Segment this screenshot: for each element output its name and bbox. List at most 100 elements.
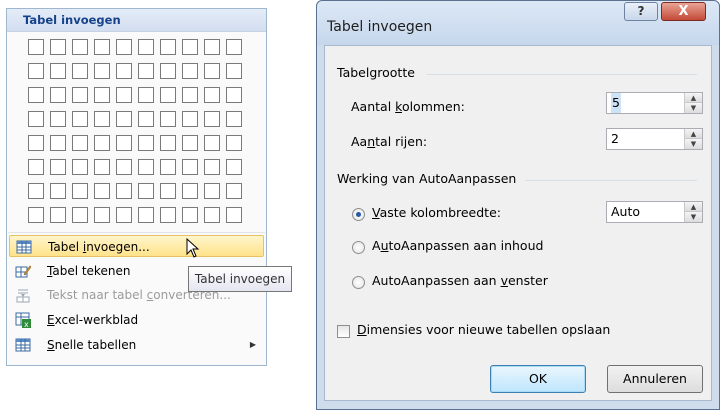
grid-cell[interactable] [182,183,198,199]
grid-cell[interactable] [50,111,66,127]
grid-cell[interactable] [116,207,132,223]
grid-cell[interactable] [72,39,88,55]
grid-cell[interactable] [204,135,220,151]
grid-cell[interactable] [94,111,110,127]
grid-cell[interactable] [138,63,154,79]
grid-cell[interactable] [182,87,198,103]
grid-cell[interactable] [28,159,44,175]
grid-cell[interactable] [94,207,110,223]
grid-cell[interactable] [226,183,242,199]
grid-cell[interactable] [138,87,154,103]
grid-cell[interactable] [182,39,198,55]
grid-cell[interactable] [28,39,44,55]
cancel-button[interactable]: Annuleren [607,365,703,393]
stepper-up-button[interactable]: ▲ [685,93,702,103]
grid-cell[interactable] [50,39,66,55]
grid-cell[interactable] [138,183,154,199]
grid-cell[interactable] [50,207,66,223]
grid-cell[interactable] [226,87,242,103]
stepper-down-button[interactable]: ▼ [685,212,702,222]
grid-cell[interactable] [138,159,154,175]
grid-cell[interactable] [116,159,132,175]
grid-cell[interactable] [204,63,220,79]
grid-cell[interactable] [226,39,242,55]
remember-dimensions-checkbox[interactable] [337,325,350,338]
grid-cell[interactable] [72,63,88,79]
grid-cell[interactable] [226,63,242,79]
grid-cell[interactable] [72,183,88,199]
menu-item-insert-table[interactable]: Tabel invoegen... [9,235,264,257]
grid-cell[interactable] [116,111,132,127]
grid-cell[interactable] [160,183,176,199]
grid-cell[interactable] [138,207,154,223]
radio-autofit-window[interactable] [352,276,365,289]
grid-cell[interactable] [182,135,198,151]
grid-cell[interactable] [28,111,44,127]
grid-cell[interactable] [28,207,44,223]
grid-cell[interactable] [50,63,66,79]
stepper-up-button[interactable]: ▲ [685,202,702,212]
grid-cell[interactable] [226,207,242,223]
grid-cell[interactable] [50,159,66,175]
fixed-width-stepper[interactable]: Auto ▲ ▼ [606,201,703,223]
ok-button[interactable]: OK [490,365,586,393]
columns-stepper[interactable]: 5 ▲ ▼ [606,92,703,114]
grid-cell[interactable] [160,207,176,223]
rows-stepper[interactable]: 2 ▲ ▼ [606,128,703,150]
grid-cell[interactable] [138,111,154,127]
grid-cell[interactable] [182,63,198,79]
grid-cell[interactable] [204,159,220,175]
grid-cell[interactable] [226,159,242,175]
grid-cell[interactable] [94,63,110,79]
grid-cell[interactable] [160,39,176,55]
grid-cell[interactable] [28,63,44,79]
fixed-width-label[interactable]: Vaste kolombreedte: [372,205,501,220]
remember-dimensions-label[interactable]: Dimensies voor nieuwe tabellen opslaan [357,322,610,337]
grid-cell[interactable] [116,87,132,103]
table-size-grid[interactable] [28,39,248,231]
grid-cell[interactable] [138,39,154,55]
radio-autofit-content[interactable] [352,241,365,254]
grid-cell[interactable] [72,159,88,175]
grid-cell[interactable] [50,183,66,199]
grid-cell[interactable] [204,111,220,127]
grid-cell[interactable] [50,87,66,103]
stepper-up-button[interactable]: ▲ [685,129,702,139]
grid-cell[interactable] [182,207,198,223]
stepper-down-button[interactable]: ▼ [685,103,702,113]
grid-cell[interactable] [28,183,44,199]
grid-cell[interactable] [182,111,198,127]
grid-cell[interactable] [72,87,88,103]
dialog-titlebar[interactable]: Tabel invoegen ? X [317,1,719,45]
grid-cell[interactable] [160,135,176,151]
close-button[interactable]: X [661,2,706,21]
grid-cell[interactable] [94,159,110,175]
menu-item-excel-sheet[interactable]: x Excel-werkblad [9,309,264,331]
grid-cell[interactable] [94,39,110,55]
grid-cell[interactable] [116,183,132,199]
help-button[interactable]: ? [624,2,658,21]
grid-cell[interactable] [28,135,44,151]
grid-cell[interactable] [160,87,176,103]
grid-cell[interactable] [116,135,132,151]
grid-cell[interactable] [226,111,242,127]
grid-cell[interactable] [204,207,220,223]
grid-cell[interactable] [138,135,154,151]
grid-cell[interactable] [94,87,110,103]
grid-cell[interactable] [50,135,66,151]
grid-cell[interactable] [160,111,176,127]
grid-cell[interactable] [72,135,88,151]
autofit-content-label[interactable]: AutoAanpassen aan inhoud [372,238,543,253]
grid-cell[interactable] [116,63,132,79]
grid-cell[interactable] [116,39,132,55]
autofit-window-label[interactable]: AutoAanpassen aan venster [372,273,548,288]
stepper-down-button[interactable]: ▼ [685,139,702,149]
grid-cell[interactable] [160,63,176,79]
grid-cell[interactable] [94,135,110,151]
grid-cell[interactable] [72,207,88,223]
grid-cell[interactable] [28,87,44,103]
grid-cell[interactable] [160,159,176,175]
grid-cell[interactable] [182,159,198,175]
grid-cell[interactable] [204,39,220,55]
radio-fixed-width[interactable] [352,208,365,221]
